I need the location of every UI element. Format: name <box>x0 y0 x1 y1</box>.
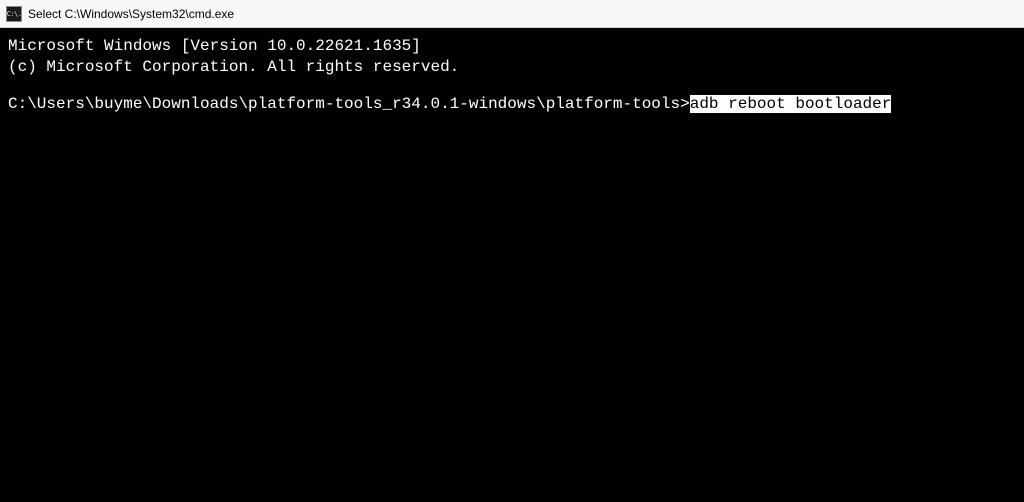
window-title: Select C:\Windows\System32\cmd.exe <box>28 7 234 21</box>
prompt-line: C:\Users\buyme\Downloads\platform-tools_… <box>8 94 1016 115</box>
window-titlebar[interactable]: C:\. Select C:\Windows\System32\cmd.exe <box>0 0 1024 28</box>
cmd-icon: C:\. <box>6 6 22 22</box>
version-line: Microsoft Windows [Version 10.0.22621.16… <box>8 36 1016 57</box>
selected-command[interactable]: adb reboot bootloader <box>690 95 892 113</box>
cmd-icon-text: C:\. <box>7 10 22 18</box>
copyright-line: (c) Microsoft Corporation. All rights re… <box>8 57 1016 78</box>
terminal-output[interactable]: Microsoft Windows [Version 10.0.22621.16… <box>0 28 1024 502</box>
prompt-path: C:\Users\buyme\Downloads\platform-tools_… <box>8 95 690 113</box>
